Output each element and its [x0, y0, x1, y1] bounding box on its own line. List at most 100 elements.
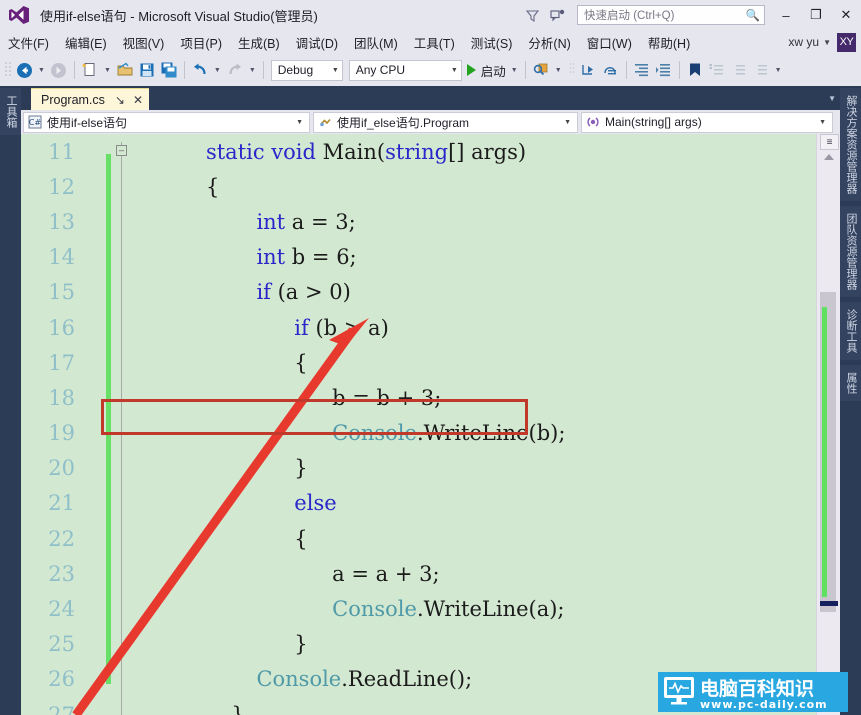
new-file-icon[interactable] — [79, 57, 101, 83]
document-tab-program-cs[interactable]: Program.cs ↘ ✕ — [31, 88, 150, 110]
chevron-down-icon: ▼ — [450, 66, 458, 74]
annotation-arrow — [72, 318, 369, 715]
chevron-down-icon: ▼ — [564, 118, 571, 126]
account-area: xw yu ▼ XY — [788, 32, 861, 52]
quick-launch-input[interactable]: 快速启动 (Ctrl+Q) 🔍 — [577, 5, 765, 25]
search-icon: 🔍 — [745, 10, 760, 22]
close-button[interactable]: ✕ — [831, 0, 861, 30]
toolbar-overflow-icon[interactable]: ▼ — [772, 67, 785, 74]
menu-item-window[interactable]: 窗口(W) — [579, 30, 640, 54]
redo-icon — [224, 57, 246, 83]
code-editor[interactable]: 11 static void Main(string[] args) 12{13 in… — [21, 134, 840, 715]
watermark-logo: 电脑百科知识 www.pc-daily.com — [658, 670, 848, 715]
minimize-button[interactable]: – — [771, 0, 801, 30]
member-dropdown[interactable]: Main(string[] args) ▼ — [581, 111, 833, 133]
step-into-icon[interactable] — [578, 57, 600, 83]
chevron-down-icon: ▼ — [819, 118, 826, 126]
toolbar-separator — [262, 61, 264, 79]
find-dropdown-icon[interactable]: ▼ — [552, 67, 565, 74]
pin-icon[interactable]: ↘ — [115, 93, 125, 107]
menu-item-analyze[interactable]: 分析(N) — [520, 30, 578, 54]
menu-item-help[interactable]: 帮助(H) — [640, 30, 698, 54]
left-dock-bar: 工具箱 — [0, 88, 21, 715]
start-label: 启动 — [480, 64, 506, 79]
menu-item-debug[interactable]: 调试(D) — [288, 30, 346, 54]
menu-item-view[interactable]: 视图(V) — [115, 30, 173, 54]
chevron-down-icon: ▼ — [296, 118, 303, 126]
visual-studio-logo-icon — [8, 5, 30, 25]
window-title: 使用if-else语句 - Microsoft Visual Studio(管理… — [40, 8, 318, 24]
chevron-down-icon: ▼ — [331, 66, 339, 74]
undo-dropdown-icon[interactable]: ▼ — [211, 67, 224, 74]
navigate-back-icon[interactable] — [13, 57, 35, 83]
sidebar-item-solution-explorer[interactable]: 解决方案资源管理器 — [840, 88, 861, 201]
sidebar-item-toolbox[interactable]: 工具箱 — [0, 88, 21, 135]
configuration-value: Debug — [277, 63, 314, 77]
avatar[interactable]: XY — [837, 32, 856, 52]
menu-bar: 文件(F) 编辑(E) 视图(V) 项目(P) 生成(B) 调试(D) 团队(M… — [0, 30, 861, 54]
class-icon — [318, 115, 332, 129]
sidebar-item-team-explorer[interactable]: 团队资源管理器 — [840, 206, 861, 297]
menu-item-edit[interactable]: 编辑(E) — [57, 30, 115, 54]
save-all-icon[interactable] — [158, 57, 180, 83]
bookmark-icon[interactable] — [684, 57, 706, 83]
redo-dropdown-icon: ▼ — [248, 66, 256, 74]
start-dropdown-icon[interactable]: ▼ — [508, 67, 521, 74]
comment-icon — [706, 57, 728, 83]
funnel-icon[interactable] — [519, 2, 545, 28]
navigate-forward-icon — [48, 57, 70, 83]
chevron-down-icon[interactable]: ▼ — [823, 38, 831, 47]
menu-item-project[interactable]: 项目(P) — [172, 30, 230, 54]
member-value: Main(string[] args) — [605, 115, 702, 129]
svg-text:C#: C# — [29, 118, 42, 127]
code-navigation-bar: C# 使用if-else语句 ▼ 使用if_else语句.Program ▼ M… — [21, 110, 840, 134]
title-bar: 使用if-else语句 - Microsoft Visual Studio(管理… — [0, 0, 861, 30]
toolbar-separator — [183, 61, 185, 79]
play-icon — [466, 64, 476, 76]
feedback-icon[interactable] — [545, 2, 571, 28]
sidebar-item-diagnostic-tools[interactable]: 诊断工具 — [840, 302, 861, 360]
uncomment-icon — [728, 57, 750, 83]
project-dropdown[interactable]: C# 使用if-else语句 ▼ — [23, 111, 310, 133]
standard-toolbar: ▼ ▼ ▼ ▼ Debug ▼ Any CPU ▼ 启动 ▼ ▼ ▼ — [0, 54, 861, 86]
step-over-icon[interactable] — [600, 57, 622, 83]
platform-dropdown[interactable]: Any CPU ▼ — [348, 59, 462, 81]
right-dock-bar: 解决方案资源管理器 团队资源管理器 诊断工具 属性 — [840, 88, 861, 715]
menu-item-team[interactable]: 团队(M) — [346, 30, 406, 54]
document-tab-strip: Program.cs ↘ ✕ ▼ — [21, 88, 840, 110]
open-file-icon[interactable] — [114, 57, 136, 83]
user-name[interactable]: xw yu — [788, 35, 819, 49]
configuration-dropdown[interactable]: Debug ▼ — [270, 59, 343, 81]
save-icon[interactable] — [136, 57, 158, 83]
collapse-icon — [750, 57, 772, 83]
svg-text:www.pc-daily.com: www.pc-daily.com — [700, 698, 828, 711]
toolbar-separator — [625, 61, 627, 79]
menu-item-test[interactable]: 测试(S) — [463, 30, 521, 54]
maximize-button[interactable]: ❐ — [801, 0, 831, 30]
back-dropdown-icon[interactable]: ▼ — [35, 67, 48, 74]
indent-icon[interactable] — [631, 57, 653, 83]
close-icon[interactable]: ✕ — [133, 93, 143, 107]
outdent-icon[interactable] — [653, 57, 675, 83]
find-icon[interactable] — [530, 57, 552, 83]
svg-text:电脑百科知识: 电脑百科知识 — [700, 677, 814, 700]
chevron-down-icon[interactable]: ▼ — [828, 94, 836, 103]
type-value: 使用if_else语句.Program — [337, 115, 470, 130]
visual-studio-window: 使用if-else语句 - Microsoft Visual Studio(管理… — [0, 0, 861, 715]
sidebar-item-properties[interactable]: 属性 — [840, 365, 861, 401]
menu-item-tools[interactable]: 工具(T) — [406, 30, 463, 54]
csharp-file-icon: C# — [28, 115, 42, 129]
quick-launch-placeholder: 快速启动 (Ctrl+Q) — [584, 10, 675, 22]
platform-value: Any CPU — [355, 63, 406, 77]
menu-item-file[interactable]: 文件(F) — [0, 30, 57, 54]
undo-icon[interactable] — [189, 57, 211, 83]
menu-item-build[interactable]: 生成(B) — [230, 30, 288, 54]
method-icon — [586, 115, 600, 129]
project-value: 使用if-else语句 — [47, 115, 128, 130]
type-dropdown[interactable]: 使用if_else语句.Program ▼ — [313, 111, 578, 133]
new-file-dropdown-icon[interactable]: ▼ — [101, 67, 114, 74]
toolbar-grip[interactable] — [568, 61, 578, 79]
toolbar-separator — [524, 61, 526, 79]
start-debug-button[interactable]: 启动 — [465, 61, 508, 80]
toolbar-grip[interactable] — [3, 61, 13, 79]
